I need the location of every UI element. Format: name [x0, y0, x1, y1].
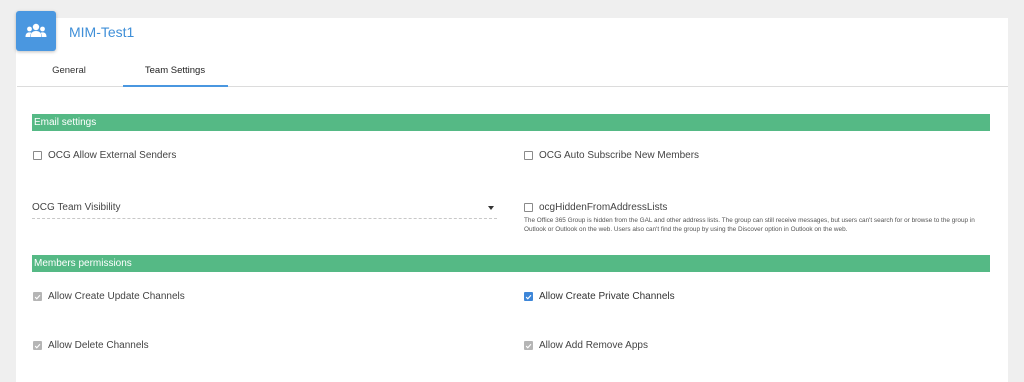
- create-private-channels-option[interactable]: Allow Create Private Channels: [524, 291, 675, 302]
- email-settings-header: Email settings: [32, 114, 990, 131]
- auto-subscribe-label: OCG Auto Subscribe New Members: [539, 150, 700, 161]
- group-people-icon: [25, 23, 47, 37]
- hidden-from-address-lists-help: The Office 365 Group is hidden from the …: [524, 217, 975, 234]
- delete-channels-checkbox[interactable]: [33, 341, 42, 350]
- members-permissions-header: Members permissions: [32, 255, 990, 272]
- create-private-channels-label: Allow Create Private Channels: [539, 291, 675, 302]
- checkmark-icon: [34, 343, 41, 349]
- auto-subscribe-option[interactable]: OCG Auto Subscribe New Members: [524, 150, 699, 161]
- create-update-channels-option[interactable]: Allow Create Update Channels: [33, 291, 185, 302]
- add-remove-apps-label: Allow Add Remove Apps: [539, 340, 648, 351]
- team-visibility-select[interactable]: OCG Team Visibility: [32, 200, 497, 219]
- delete-channels-option[interactable]: Allow Delete Channels: [33, 340, 149, 351]
- group-title: MIM-Test1: [69, 24, 135, 40]
- dropdown-arrow-icon: [488, 206, 494, 210]
- checkmark-icon: [525, 294, 532, 300]
- hidden-from-address-lists-label: ocgHiddenFromAddressLists: [539, 202, 668, 213]
- team-visibility-label: OCG Team Visibility: [32, 202, 121, 213]
- create-private-channels-checkbox[interactable]: [524, 292, 533, 301]
- checkmark-icon: [525, 343, 532, 349]
- tab-team-settings[interactable]: Team Settings: [123, 58, 228, 87]
- allow-external-senders-option[interactable]: OCG Allow External Senders: [33, 150, 176, 161]
- add-remove-apps-checkbox[interactable]: [524, 341, 533, 350]
- checkmark-icon: [34, 294, 41, 300]
- auto-subscribe-checkbox[interactable]: [524, 151, 533, 160]
- allow-external-senders-checkbox[interactable]: [33, 151, 42, 160]
- create-update-channels-checkbox[interactable]: [33, 292, 42, 301]
- allow-external-senders-label: OCG Allow External Senders: [48, 150, 177, 161]
- tab-bar: General Team Settings: [17, 58, 1008, 87]
- hidden-from-address-lists-checkbox[interactable]: [524, 203, 533, 212]
- create-update-channels-label: Allow Create Update Channels: [48, 291, 185, 302]
- delete-channels-label: Allow Delete Channels: [48, 340, 149, 351]
- group-avatar: [16, 11, 56, 51]
- add-remove-apps-option[interactable]: Allow Add Remove Apps: [524, 340, 648, 351]
- hidden-from-address-lists-option[interactable]: ocgHiddenFromAddressLists: [524, 202, 667, 213]
- tab-general[interactable]: General: [37, 58, 101, 86]
